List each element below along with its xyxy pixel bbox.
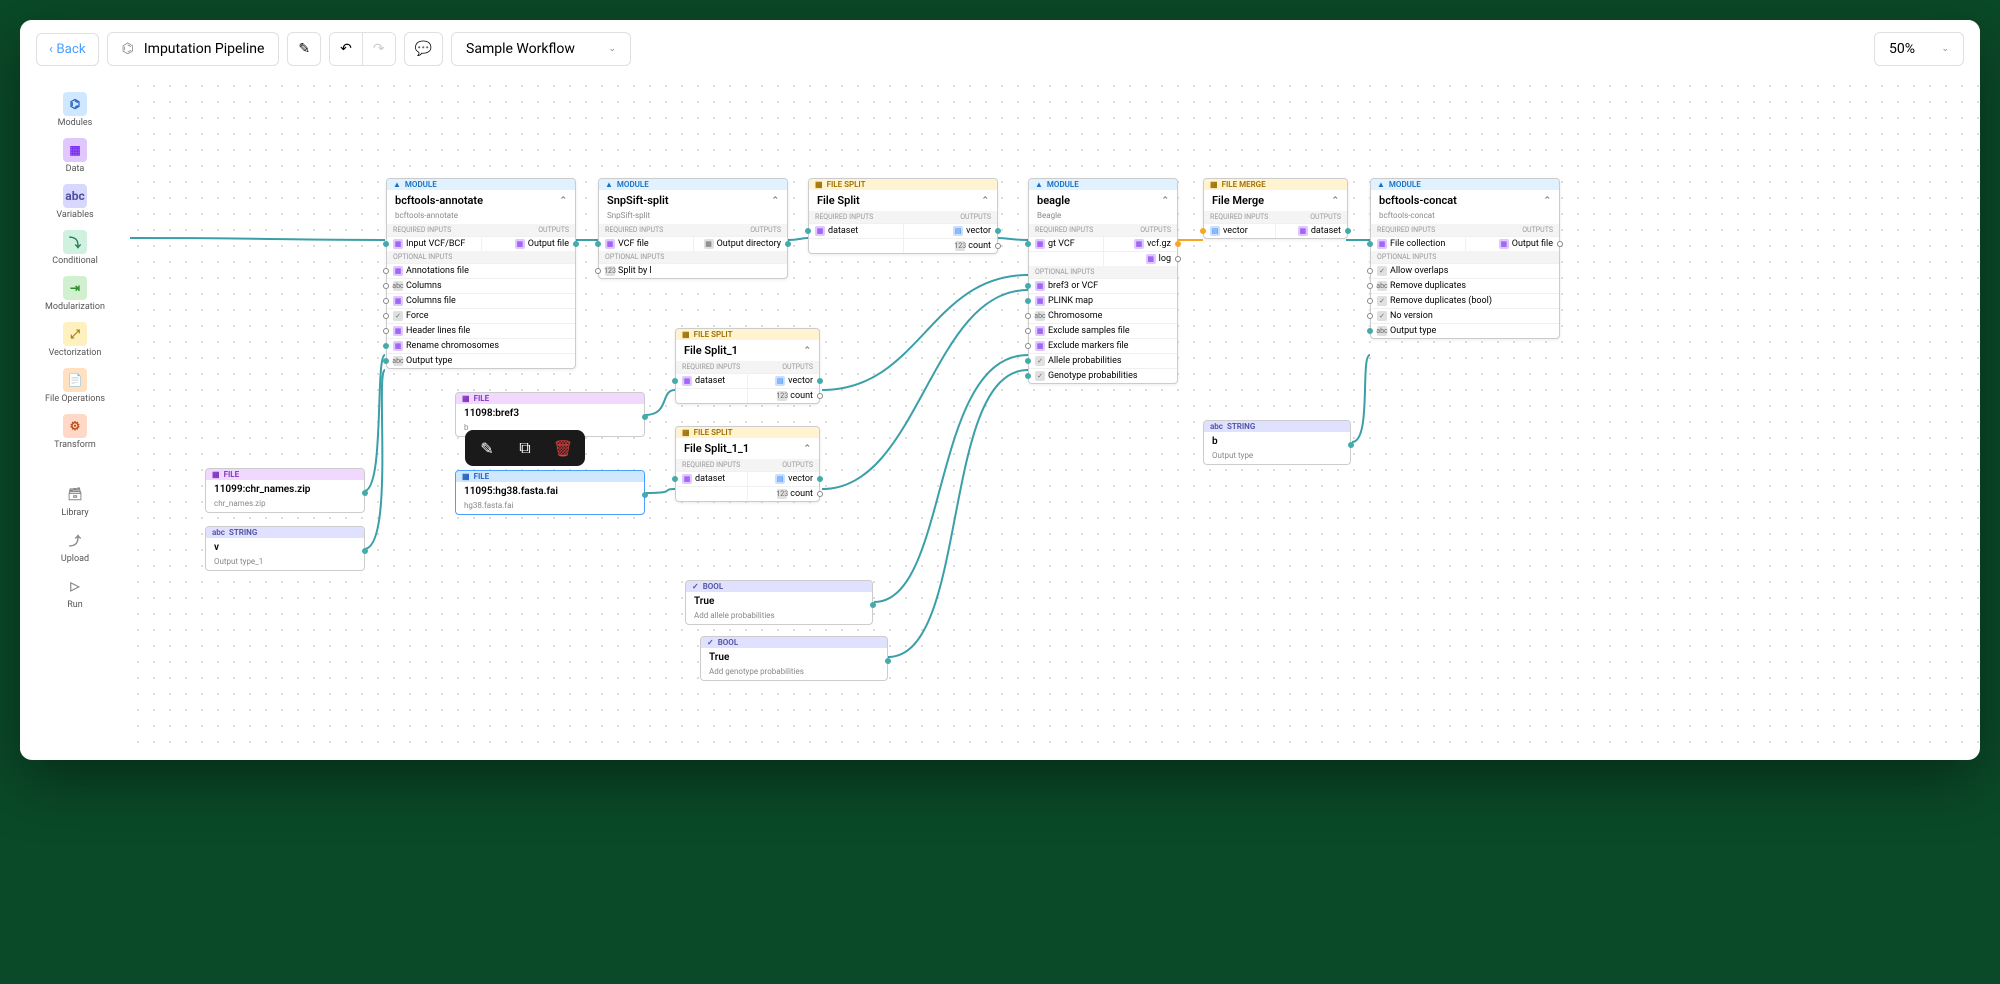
canvas[interactable]: ▲MODULE bcftools-annotate⌃ bcftools-anno… bbox=[130, 78, 1980, 756]
sidebar-item-variables[interactable]: abcVariables bbox=[26, 180, 124, 224]
copy-icon: ⧉ bbox=[519, 438, 530, 458]
fileops-icon: 📄 bbox=[63, 368, 87, 392]
redo-button[interactable]: ↷ bbox=[363, 33, 395, 65]
workflow-select[interactable]: Sample Workflow ⌄ bbox=[451, 32, 631, 66]
sidebar-item-vectorization[interactable]: ⤢Vectorization bbox=[26, 318, 124, 362]
pipeline-title[interactable]: ⌬ Imputation Pipeline bbox=[107, 32, 280, 66]
node-filemerge[interactable]: ▦FILE MERGE File Merge⌃ REQUIRED INPUTSO… bbox=[1203, 178, 1348, 239]
workflow-icon: ⌬ bbox=[122, 41, 134, 57]
chevron-down-icon: ⌄ bbox=[1941, 44, 1949, 54]
node-file-chrnames[interactable]: ▦FILE 11099:chr_names.zip chr_names.zip bbox=[205, 468, 365, 513]
context-edit-button[interactable]: ✎ bbox=[475, 436, 499, 460]
sidebar: ⌬Modules ▦Data abcVariables ⤵Conditional… bbox=[20, 78, 130, 756]
collapse-icon[interactable]: ⌃ bbox=[559, 196, 567, 206]
node-bool-allele[interactable]: ✓BOOL True Add allele probabilities bbox=[685, 580, 873, 625]
node-snpsift[interactable]: ▲MODULE SnpSift-split⌃ SnpSift-split REQ… bbox=[598, 178, 788, 279]
undo-button[interactable]: ↶ bbox=[330, 33, 363, 65]
toolbar: ‹ Back ⌬ Imputation Pipeline ✎ ↶ ↷ 💬 Sam… bbox=[20, 20, 1980, 78]
sidebar-item-library[interactable]: 🗃Library bbox=[26, 478, 124, 522]
undo-redo-group: ↶ ↷ bbox=[329, 32, 395, 66]
back-label: Back bbox=[56, 42, 85, 57]
redo-icon: ↷ bbox=[373, 41, 385, 57]
chevron-left-icon: ‹ bbox=[49, 42, 53, 57]
node-filesplit-1-1[interactable]: ▦FILE SPLIT File Split_1_1⌃ REQUIRED INP… bbox=[675, 426, 820, 502]
sidebar-item-upload[interactable]: ⤴Upload bbox=[26, 524, 124, 568]
node-string-v[interactable]: abcSTRING v Output type_1 bbox=[205, 526, 365, 571]
trash-icon: 🗑 bbox=[553, 439, 573, 458]
library-icon: 🗃 bbox=[63, 482, 87, 506]
context-copy-button[interactable]: ⧉ bbox=[513, 436, 537, 460]
transform-icon: ⚙ bbox=[63, 414, 87, 438]
comment-icon: 💬 bbox=[415, 41, 432, 57]
module-icon: ▲ bbox=[393, 180, 401, 189]
node-string-b[interactable]: abcSTRING b Output type bbox=[1203, 420, 1351, 465]
app-window: ‹ Back ⌬ Imputation Pipeline ✎ ↶ ↷ 💬 Sam… bbox=[20, 20, 1980, 760]
variables-icon: abc bbox=[63, 184, 87, 208]
chevron-down-icon: ⌄ bbox=[608, 44, 616, 54]
pencil-icon: ✎ bbox=[298, 41, 310, 57]
node-bcftools-annotate[interactable]: ▲MODULE bcftools-annotate⌃ bcftools-anno… bbox=[386, 178, 576, 369]
zoom-select[interactable]: 50% ⌄ bbox=[1874, 32, 1964, 66]
undo-icon: ↶ bbox=[340, 41, 352, 57]
comment-button[interactable]: 💬 bbox=[404, 32, 443, 66]
sidebar-item-run[interactable]: ▷Run bbox=[26, 570, 124, 614]
node-file-fasta[interactable]: ▦FILE 11095:hg38.fasta.fai hg38.fasta.fa… bbox=[455, 470, 645, 515]
context-menu: ✎ ⧉ 🗑 bbox=[465, 430, 585, 466]
sidebar-item-modularization[interactable]: ⇥Modularization bbox=[26, 272, 124, 316]
conditional-icon: ⤵ bbox=[63, 230, 87, 254]
data-icon: ▦ bbox=[63, 138, 87, 162]
modules-icon: ⌬ bbox=[63, 92, 87, 116]
context-delete-button[interactable]: 🗑 bbox=[551, 436, 575, 460]
sidebar-item-fileops[interactable]: 📄File Operations bbox=[26, 364, 124, 408]
main: ⌬Modules ▦Data abcVariables ⤵Conditional… bbox=[20, 78, 1980, 756]
node-bool-genotype[interactable]: ✓BOOL True Add genotype probabilities bbox=[700, 636, 888, 681]
node-filesplit[interactable]: ▦FILE SPLIT File Split⌃ REQUIRED INPUTSO… bbox=[808, 178, 998, 254]
sidebar-item-conditional[interactable]: ⤵Conditional bbox=[26, 226, 124, 270]
vectorization-icon: ⤢ bbox=[63, 322, 87, 346]
node-beagle[interactable]: ▲MODULE beagle⌃ Beagle REQUIRED INPUTSOU… bbox=[1028, 178, 1178, 384]
edit-button[interactable]: ✎ bbox=[287, 32, 321, 66]
upload-icon: ⤴ bbox=[63, 528, 87, 552]
modularization-icon: ⇥ bbox=[63, 276, 87, 300]
sidebar-item-transform[interactable]: ⚙Transform bbox=[26, 410, 124, 454]
sidebar-item-modules[interactable]: ⌬Modules bbox=[26, 88, 124, 132]
node-filesplit-1[interactable]: ▦FILE SPLIT File Split_1⌃ REQUIRED INPUT… bbox=[675, 328, 820, 404]
sidebar-item-data[interactable]: ▦Data bbox=[26, 134, 124, 178]
pencil-icon: ✎ bbox=[480, 439, 493, 458]
node-type-label: ▲MODULE bbox=[387, 179, 575, 190]
run-icon: ▷ bbox=[63, 574, 87, 598]
node-bcftools-concat[interactable]: ▲MODULE bcftools-concat⌃ bcftools-concat… bbox=[1370, 178, 1560, 339]
back-button[interactable]: ‹ Back bbox=[36, 33, 99, 66]
